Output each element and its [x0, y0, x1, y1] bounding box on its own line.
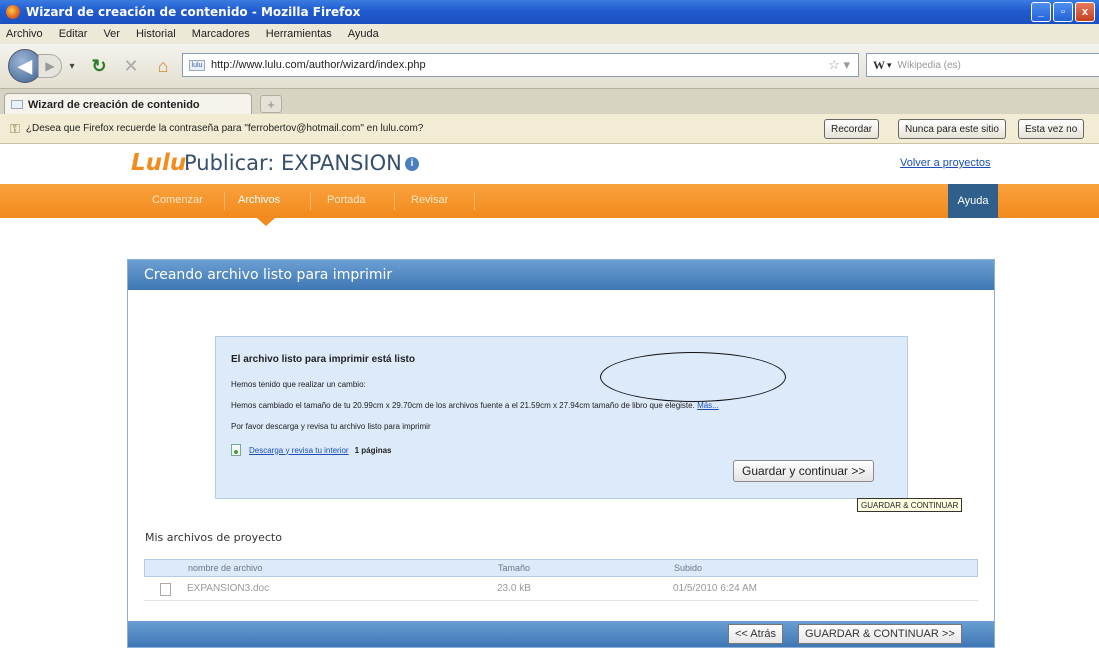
page-count: 1 páginas: [354, 445, 392, 455]
file-name: EXPANSION3.doc: [187, 583, 270, 594]
reload-icon[interactable]: ↻: [88, 56, 110, 77]
menu-herramientas[interactable]: Herramientas: [266, 28, 332, 40]
tab-wizard[interactable]: Wizard de creación de contenido: [4, 93, 252, 115]
document-download-icon: [231, 444, 241, 456]
site-header: Lulu. Publicar: EXPANSION i Volver a pro…: [0, 144, 1099, 184]
site-favicon-icon: lulu: [189, 59, 205, 71]
project-files-title: Mis archivos de proyecto: [145, 531, 282, 544]
info-icon[interactable]: i: [405, 157, 419, 171]
nav-divider: [394, 192, 395, 210]
menu-archivo[interactable]: Archivo: [6, 28, 43, 40]
ready-notice-box: El archivo listo para imprimir está list…: [215, 336, 908, 499]
not-now-button[interactable]: Esta vez no: [1018, 119, 1085, 139]
page-title: Publicar: EXPANSION: [184, 151, 402, 175]
menu-ayuda[interactable]: Ayuda: [348, 28, 379, 40]
back-button-footer[interactable]: << Atrás: [728, 624, 783, 644]
project-files-table: nombre de archivo Tamaño Subido EXPANSIO…: [144, 559, 978, 601]
file-size: 23.0 kB: [497, 583, 531, 594]
tab-favicon-icon: [11, 100, 23, 109]
url-bar[interactable]: lulu http://www.lulu.com/author/wizard/i…: [182, 53, 859, 77]
never-for-site-button[interactable]: Nunca para este sitio: [898, 119, 1006, 139]
tab-label: Wizard de creación de contenido: [28, 98, 200, 111]
maximize-button[interactable]: ▫: [1053, 2, 1073, 22]
bookmark-star-icon[interactable]: ☆ ▾: [828, 57, 850, 73]
download-row: Descarga y revisa tu interior 1 páginas: [231, 444, 392, 456]
url-text[interactable]: http://www.lulu.com/author/wizard/index.…: [211, 59, 426, 71]
window-title: Wizard de creación de contenido - Mozill…: [26, 5, 361, 19]
logo-text: Lulu: [131, 150, 187, 176]
nav-revisar[interactable]: Revisar: [411, 194, 448, 206]
lulu-logo[interactable]: Lulu.: [131, 150, 190, 176]
key-icon: ⚿: [10, 120, 20, 136]
history-dropdown-icon[interactable]: ▾: [66, 61, 78, 72]
change-detail-line: Hemos cambiado el tamaño de tu 20.99cm x…: [231, 401, 719, 410]
change-note: Hemos tenido que realizar un cambio:: [231, 380, 366, 389]
search-input[interactable]: Wikipedia (es): [898, 60, 961, 71]
table-row[interactable]: EXPANSION3.doc 23.0 kB 01/5/2010 6:24 AM: [144, 577, 978, 601]
nav-divider: [474, 192, 475, 210]
search-engine-dropdown-icon[interactable]: ▾: [887, 60, 892, 71]
menu-historial[interactable]: Historial: [136, 28, 176, 40]
wizard-nav: Comenzar Archivos Portada Revisar Ayuda: [0, 184, 1099, 218]
help-button[interactable]: Ayuda: [948, 184, 998, 218]
menu-ver[interactable]: Ver: [103, 28, 120, 40]
remember-button[interactable]: Recordar: [824, 119, 880, 139]
column-filename[interactable]: nombre de archivo: [188, 563, 263, 573]
home-icon[interactable]: ⌂: [152, 56, 174, 77]
download-interior-link[interactable]: Descarga y revisa tu interior: [249, 446, 349, 455]
menu-editar[interactable]: Editar: [59, 28, 88, 40]
save-tooltip: GUARDAR & CONTINUAR: [857, 498, 963, 512]
back-button[interactable]: ◀: [8, 49, 42, 83]
firefox-icon: [6, 5, 20, 19]
panel-heading: Creando archivo listo para imprimir: [128, 260, 994, 290]
panel-footer: << Atrás GUARDAR & CONTINUAR >>: [128, 621, 994, 647]
notification-text: ¿Desea que Firefox recuerde la contraseñ…: [25, 123, 424, 134]
back-to-projects-link[interactable]: Volver a proyectos: [900, 157, 991, 169]
file-uploaded: 01/5/2010 6:24 AM: [673, 583, 757, 594]
navigation-toolbar: ◀ ▶ ▾ ↻ ✕ ⌂ lulu http://www.lulu.com/aut…: [0, 44, 1099, 88]
save-and-continue-button[interactable]: Guardar y continuar >>: [733, 460, 875, 482]
column-uploaded[interactable]: Subido: [674, 563, 702, 573]
minimize-button[interactable]: _: [1031, 2, 1051, 22]
annotation-ellipse: [600, 352, 786, 402]
new-tab-button[interactable]: +: [260, 95, 282, 113]
tab-strip: Wizard de creación de contenido +: [0, 88, 1099, 115]
nav-divider: [310, 192, 311, 210]
menu-bar: Archivo Editar Ver Historial Marcadores …: [0, 24, 1099, 44]
table-header: nombre de archivo Tamaño Subido: [144, 559, 978, 577]
file-icon: [160, 583, 171, 596]
stop-icon[interactable]: ✕: [120, 56, 142, 77]
column-size[interactable]: Tamaño: [498, 563, 530, 573]
window-titlebar: Wizard de creación de contenido - Mozill…: [0, 0, 1099, 24]
save-continue-footer-button[interactable]: GUARDAR & CONTINUAR >>: [798, 624, 962, 644]
change-detail: Hemos cambiado el tamaño de tu 20.99cm x…: [231, 401, 695, 410]
forward-button[interactable]: ▶: [38, 54, 62, 78]
nav-portada[interactable]: Portada: [327, 194, 366, 206]
nav-divider: [224, 192, 225, 210]
search-box[interactable]: W ▾ Wikipedia (es): [866, 53, 1099, 77]
password-notification-bar: ⚿ ¿Desea que Firefox recuerde la contras…: [0, 114, 1099, 144]
window-controls: _ ▫ x: [1031, 2, 1095, 22]
nav-comenzar[interactable]: Comenzar: [152, 194, 203, 206]
active-nav-pointer: [257, 218, 275, 226]
wikipedia-icon[interactable]: W: [873, 58, 885, 73]
print-ready-panel: Creando archivo listo para imprimir El a…: [127, 259, 995, 648]
menu-marcadores[interactable]: Marcadores: [192, 28, 250, 40]
nav-archivos[interactable]: Archivos: [238, 194, 280, 206]
review-note: Por favor descarga y revisa tu archivo l…: [231, 422, 431, 431]
ready-title: El archivo listo para imprimir está list…: [231, 354, 415, 365]
more-link[interactable]: Más...: [697, 401, 719, 410]
close-button[interactable]: x: [1075, 2, 1095, 22]
